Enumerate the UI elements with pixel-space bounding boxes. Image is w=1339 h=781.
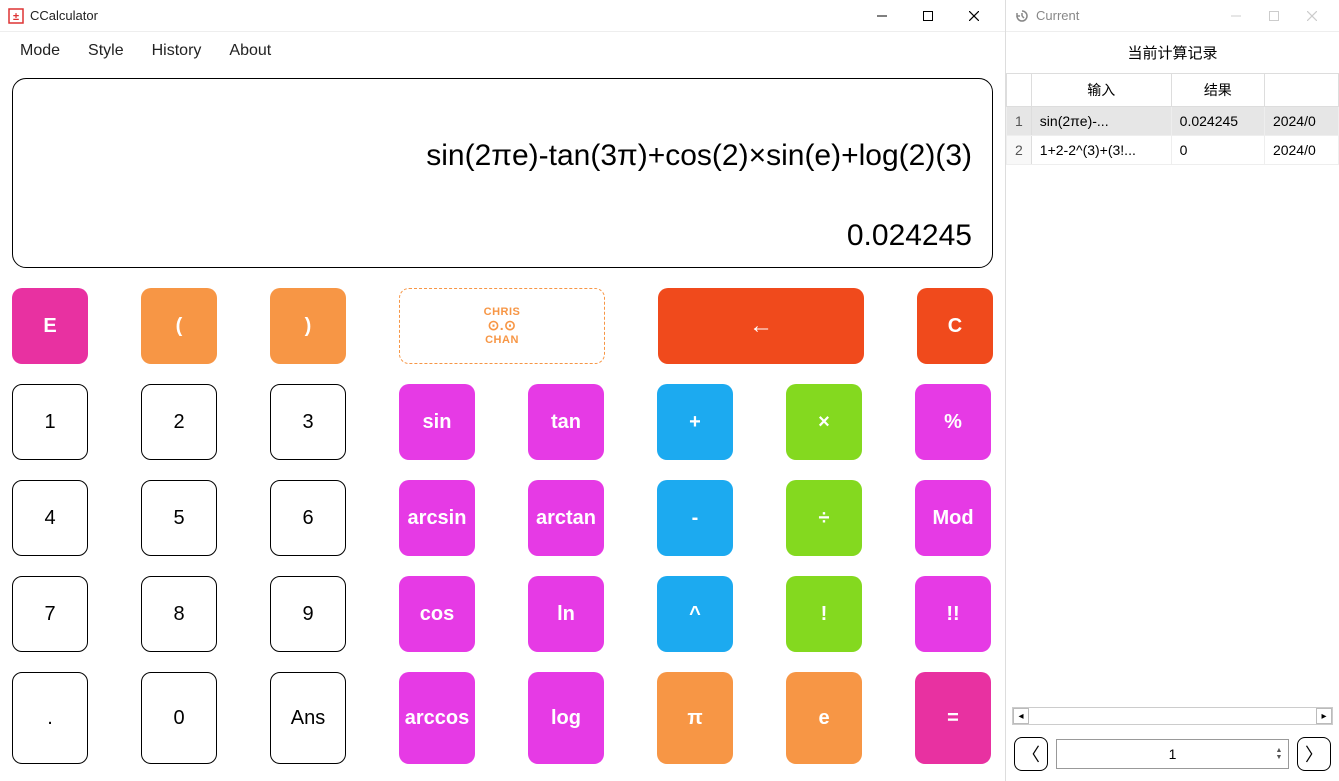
history-window: Current 当前计算记录 输入 结果 1 sin(2πe)-... [1006,0,1339,781]
keypad: E ( ) CHRIS ⊙.⊙ CHAN ← C 1 2 3 sin tan +… [0,276,1005,781]
pager-page-value: 1 [1057,746,1288,762]
horizontal-scrollbar[interactable]: ◂ ▸ [1012,707,1333,725]
history-icon [1014,8,1030,24]
key-8[interactable]: 8 [141,576,217,652]
backspace-icon: ← [749,312,773,340]
key-percent[interactable]: % [915,384,991,460]
key-lparen[interactable]: ( [141,288,217,364]
key-double-factorial[interactable]: !! [915,576,991,652]
main-title-text: CCalculator [30,8,859,23]
key-7[interactable]: 7 [12,576,88,652]
main-window-controls [859,0,997,32]
history-caption: 当前计算记录 [1006,32,1339,73]
app-icon: ± [8,8,24,24]
row-result: 0.024245 [1171,107,1264,136]
pager-next-button[interactable]: 〉 [1297,737,1331,771]
pager-prev-button[interactable]: 〈 [1014,737,1048,771]
key-e-const[interactable]: E [12,288,88,364]
chevron-left-icon: 〈 [1022,741,1040,767]
key-5[interactable]: 5 [141,480,217,556]
logo-button[interactable]: CHRIS ⊙.⊙ CHAN [399,288,605,364]
close-button[interactable] [951,0,997,32]
key-arctan[interactable]: arctan [528,480,604,556]
key-ln[interactable]: ln [528,576,604,652]
minimize-button[interactable] [859,0,905,32]
spinner-down-icon[interactable]: ▼ [1272,754,1286,761]
key-minus[interactable]: - [657,480,733,556]
key-dot[interactable]: . [12,672,88,764]
history-table: 输入 结果 1 sin(2πe)-... 0.024245 2024/0 2 1… [1006,73,1339,705]
maximize-button[interactable] [905,0,951,32]
col-result[interactable]: 结果 [1171,74,1264,107]
svg-text:±: ± [13,11,19,23]
menu-mode[interactable]: Mode [6,36,74,66]
key-backspace[interactable]: ← [658,288,864,364]
menu-about[interactable]: About [215,36,285,66]
key-4[interactable]: 4 [12,480,88,556]
expression-display: sin(2πe)-tan(3π)+cos(2)×sin(e)+log(2)(3) [33,139,972,173]
key-pi[interactable]: π [657,672,733,764]
logo-bottom-text: CHAN [485,334,519,346]
menu-history[interactable]: History [138,36,216,66]
key-2[interactable]: 2 [141,384,217,460]
result-display: 0.024245 [33,219,972,253]
history-minimize-button [1217,0,1255,32]
key-0[interactable]: 0 [141,672,217,764]
key-arcsin[interactable]: arcsin [399,480,475,556]
key-log[interactable]: log [528,672,604,764]
row-input: 1+2-2^(3)+(3!... [1031,136,1171,165]
pager-spinner[interactable]: ▲▼ [1272,742,1286,766]
row-result: 0 [1171,136,1264,165]
history-window-controls [1217,0,1331,32]
menu-style[interactable]: Style [74,36,138,66]
table-row[interactable]: 2 1+2-2^(3)+(3!... 0 2024/0 [1007,136,1339,165]
key-sin[interactable]: sin [399,384,475,460]
key-ans[interactable]: Ans [270,672,346,764]
table-row[interactable]: 1 sin(2πe)-... 0.024245 2024/0 [1007,107,1339,136]
key-multiply[interactable]: × [786,384,862,460]
col-input[interactable]: 输入 [1031,74,1171,107]
key-equals[interactable]: = [915,672,991,764]
key-1[interactable]: 1 [12,384,88,460]
history-maximize-button [1255,0,1293,32]
row-index: 2 [1007,136,1032,165]
row-input: sin(2πe)-... [1031,107,1171,136]
pager-page-input[interactable]: 1 ▲▼ [1056,739,1289,769]
key-rparen[interactable]: ) [270,288,346,364]
row-time: 2024/0 [1264,136,1338,165]
row-time: 2024/0 [1264,107,1338,136]
key-mod[interactable]: Mod [915,480,991,556]
main-calculator-window: ± CCalculator Mode Style History About s… [0,0,1006,781]
menu-bar: Mode Style History About [0,32,1005,70]
spinner-up-icon[interactable]: ▲ [1272,747,1286,754]
scroll-right-arrow-icon[interactable]: ▸ [1316,708,1332,724]
key-plus[interactable]: + [657,384,733,460]
table-header-row: 输入 结果 [1007,74,1339,107]
row-index: 1 [1007,107,1032,136]
chevron-right-icon: 〉 [1305,741,1323,767]
key-e-nat[interactable]: e [786,672,862,764]
key-6[interactable]: 6 [270,480,346,556]
logo-face-icon: ⊙.⊙ [488,318,517,333]
key-power[interactable]: ^ [657,576,733,652]
key-factorial[interactable]: ! [786,576,862,652]
key-arccos[interactable]: arccos [399,672,475,764]
key-tan[interactable]: tan [528,384,604,460]
col-time[interactable] [1264,74,1338,107]
scroll-left-arrow-icon[interactable]: ◂ [1013,708,1029,724]
display-area: sin(2πe)-tan(3π)+cos(2)×sin(e)+log(2)(3)… [12,78,993,268]
pager: 〈 1 ▲▼ 〉 [1006,727,1339,781]
key-cos[interactable]: cos [399,576,475,652]
history-title-text: Current [1036,8,1217,23]
key-9[interactable]: 9 [270,576,346,652]
history-close-button [1293,0,1331,32]
key-divide[interactable]: ÷ [786,480,862,556]
main-title-bar: ± CCalculator [0,0,1005,32]
history-title-bar: Current [1006,0,1339,32]
key-clear[interactable]: C [917,288,993,364]
key-3[interactable]: 3 [270,384,346,460]
